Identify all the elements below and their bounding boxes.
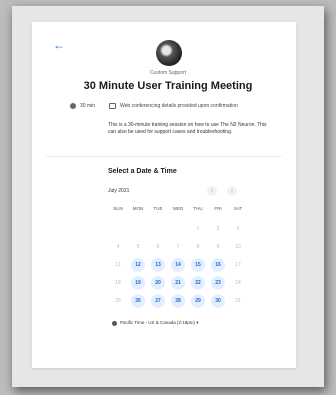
weekday-sat: SAT <box>233 206 243 211</box>
calendar-day-unavailable: 25 <box>115 298 121 304</box>
calendar-day-available[interactable]: 27 <box>151 294 165 308</box>
duration-label: 30 min <box>80 103 96 109</box>
timezone-selector[interactable]: Pacific Time - US & Canada (2:18pm) ▾ <box>112 320 199 326</box>
calendar-day-unavailable: 10 <box>235 244 241 250</box>
weekday-tue: TUE <box>153 206 163 211</box>
calendar-day-unavailable: 9 <box>216 244 220 250</box>
avatar <box>156 40 182 66</box>
calendar-day-available[interactable]: 22 <box>191 276 205 290</box>
weekday-mon: MON <box>132 206 144 211</box>
divider <box>46 156 282 157</box>
calendar-day-available[interactable]: 29 <box>191 294 205 308</box>
calendar-heading: Select a Date & Time <box>108 168 177 175</box>
globe-icon <box>112 320 117 326</box>
calendar-day-unavailable: 8 <box>196 244 200 250</box>
month-label: July 2021 <box>108 188 130 194</box>
calendar-day-unavailable: 31 <box>235 298 241 304</box>
calendar-day-unavailable: 2 <box>216 226 220 232</box>
calendar-day-available[interactable]: 23 <box>211 276 225 290</box>
calendar-day-unavailable: 7 <box>176 244 180 250</box>
calendar-day-available[interactable]: 19 <box>131 276 145 290</box>
calendar-day-unavailable: 18 <box>115 280 121 286</box>
calendar-day-unavailable: 24 <box>235 280 241 286</box>
weekday-sun: SUN <box>113 206 123 211</box>
calendar-day-available[interactable]: 30 <box>211 294 225 308</box>
calendar-day-available[interactable]: 16 <box>211 258 225 272</box>
calendar-day-available[interactable]: 28 <box>171 294 185 308</box>
back-arrow-icon[interactable]: ← <box>52 38 66 52</box>
event-description: This is a 30-minute training session on … <box>108 122 267 135</box>
video-camera-icon <box>109 103 117 109</box>
page-title: 30 Minute User Training Meeting <box>83 80 253 92</box>
clock-icon <box>70 103 76 109</box>
timezone-label: Pacific Time - US & Canada (2:18pm) ▾ <box>120 320 199 325</box>
calendar-day-unavailable: 17 <box>235 262 241 268</box>
calendar-day-unavailable: 4 <box>116 244 120 250</box>
conferencing-label: Web conferencing details provided upon c… <box>120 103 238 109</box>
calendar-day-available[interactable]: 21 <box>171 276 185 290</box>
calendar-day-unavailable: 5 <box>136 244 140 250</box>
organizer-name: Custom Support <box>149 70 187 76</box>
weekday-wed: WED <box>172 206 184 211</box>
calendar-day-available[interactable]: 15 <box>191 258 205 272</box>
prev-month-button[interactable]: ‹ <box>207 186 217 196</box>
weekday-thu: THU <box>193 206 203 211</box>
calendar-day-available[interactable]: 14 <box>171 258 185 272</box>
weekday-fri: FRI <box>214 206 222 211</box>
event-meta: 30 min Web conferencing details provided… <box>70 101 290 111</box>
calendar-day-available[interactable]: 13 <box>151 258 165 272</box>
next-month-button[interactable]: › <box>227 186 237 196</box>
calendar-day-available[interactable]: 26 <box>131 294 145 308</box>
calendar-day-available[interactable]: 20 <box>151 276 165 290</box>
calendar-day-unavailable: 3 <box>236 226 240 232</box>
calendar-day-unavailable: 6 <box>156 244 160 250</box>
calendar-day-unavailable: 11 <box>115 262 121 268</box>
calendar-day-unavailable: 1 <box>196 226 200 232</box>
calendar-day-available[interactable]: 12 <box>131 258 145 272</box>
